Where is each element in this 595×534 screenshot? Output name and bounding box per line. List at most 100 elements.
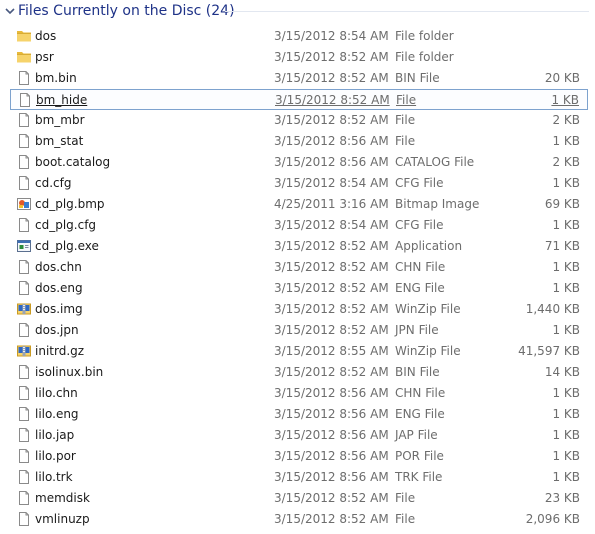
file-type: JAP File bbox=[395, 428, 438, 442]
file-type: TRK File bbox=[395, 470, 443, 484]
file-row[interactable]: cd_plg.cfg 3/15/2012 8:54 AM CFG File 1 KB bbox=[10, 215, 588, 236]
file-type: File bbox=[396, 93, 417, 107]
file-size: 23 KB bbox=[544, 491, 580, 505]
file-type: File folder bbox=[395, 29, 454, 43]
file-row[interactable]: cd_plg.bmp 4/25/2011 3:16 AM Bitmap Image 6… bbox=[10, 194, 588, 215]
file-type: File bbox=[395, 113, 416, 127]
file-date-modified: 3/15/2012 8:56 AM bbox=[274, 407, 389, 421]
file-row[interactable]: lilo.eng 3/15/2012 8:56 AM ENG File 1 KB bbox=[10, 404, 588, 425]
chevron-down-icon[interactable] bbox=[5, 6, 15, 16]
application-icon bbox=[16, 238, 32, 254]
document-icon bbox=[16, 112, 32, 128]
file-name: lilo.jap bbox=[35, 428, 75, 442]
file-row[interactable]: dos.chn 3/15/2012 8:52 AM CHN File 1 KB bbox=[10, 257, 588, 278]
document-icon bbox=[16, 427, 32, 443]
file-name: lilo.por bbox=[35, 449, 76, 463]
file-row[interactable]: dos.img 3/15/2012 8:52 AM WinZip File 1,440… bbox=[10, 299, 588, 320]
file-row[interactable]: bm_hide 3/15/2012 8:52 AM File 1 KB bbox=[10, 89, 588, 110]
folder-icon bbox=[16, 49, 32, 65]
document-icon bbox=[16, 511, 32, 527]
file-date-modified: 3/15/2012 8:56 AM bbox=[274, 470, 389, 484]
file-size: 1 KB bbox=[552, 449, 580, 463]
file-size: 1 KB bbox=[552, 323, 580, 337]
document-icon bbox=[16, 448, 32, 464]
document-icon bbox=[16, 406, 32, 422]
file-date-modified: 3/15/2012 8:56 AM bbox=[274, 386, 389, 400]
document-icon bbox=[16, 322, 32, 338]
file-type: CFG File bbox=[395, 176, 444, 190]
file-size: 1 KB bbox=[552, 260, 580, 274]
file-size: 2,096 KB bbox=[525, 512, 580, 526]
file-type: BIN File bbox=[395, 365, 440, 379]
file-name: dos.eng bbox=[35, 281, 83, 295]
file-row[interactable]: dos 3/15/2012 8:54 AM File folder bbox=[10, 26, 588, 47]
file-type: Bitmap Image bbox=[395, 197, 480, 211]
document-icon bbox=[16, 133, 32, 149]
file-size: 1 KB bbox=[552, 281, 580, 295]
file-row[interactable]: psr 3/15/2012 8:52 AM File folder bbox=[10, 47, 588, 68]
file-row[interactable]: bm_mbr 3/15/2012 8:52 AM File 2 KB bbox=[10, 110, 588, 131]
file-row[interactable]: lilo.trk 3/15/2012 8:56 AM TRK File 1 KB bbox=[10, 467, 588, 488]
file-size: 1 KB bbox=[552, 218, 580, 232]
file-name: bm.bin bbox=[35, 71, 77, 85]
file-type: File folder bbox=[395, 50, 454, 64]
file-name: psr bbox=[35, 50, 54, 64]
file-name: lilo.chn bbox=[35, 386, 78, 400]
file-type: File bbox=[395, 512, 416, 526]
file-row[interactable]: initrd.gz 3/15/2012 8:55 AM WinZip File 41,… bbox=[10, 341, 588, 362]
file-date-modified: 3/15/2012 8:52 AM bbox=[274, 512, 389, 526]
file-size: 20 KB bbox=[544, 71, 580, 85]
folder-icon bbox=[16, 28, 32, 44]
file-size: 1 KB bbox=[552, 428, 580, 442]
file-size: 1 KB bbox=[552, 470, 580, 484]
file-type: POR File bbox=[395, 449, 444, 463]
file-type: WinZip File bbox=[395, 302, 461, 316]
winzip-icon bbox=[16, 343, 32, 359]
document-icon bbox=[16, 469, 32, 485]
file-date-modified: 3/15/2012 8:55 AM bbox=[274, 344, 389, 358]
file-date-modified: 3/15/2012 8:56 AM bbox=[274, 428, 389, 442]
file-name: cd_plg.cfg bbox=[35, 218, 97, 232]
file-type: WinZip File bbox=[395, 344, 461, 358]
file-row[interactable]: isolinux.bin 3/15/2012 8:52 AM BIN File 14 … bbox=[10, 362, 588, 383]
file-date-modified: 3/15/2012 8:54 AM bbox=[274, 29, 389, 43]
file-size: 1 KB bbox=[552, 407, 580, 421]
file-name: lilo.eng bbox=[35, 407, 79, 421]
file-row[interactable]: boot.catalog 3/15/2012 8:56 AM CATALOG Fil… bbox=[10, 152, 588, 173]
file-row[interactable]: lilo.por 3/15/2012 8:56 AM POR File 1 KB bbox=[10, 446, 588, 467]
document-icon bbox=[17, 92, 33, 108]
file-name: dos.jpn bbox=[35, 323, 79, 337]
document-icon bbox=[16, 175, 32, 191]
file-row[interactable]: dos.eng 3/15/2012 8:52 AM ENG File 1 KB bbox=[10, 278, 588, 299]
group-header[interactable]: Files Currently on the Disc (24) bbox=[0, 0, 595, 24]
file-date-modified: 3/15/2012 8:56 AM bbox=[274, 155, 389, 169]
file-size: 1 KB bbox=[552, 134, 580, 148]
file-type: CHN File bbox=[395, 260, 446, 274]
file-name: bm_mbr bbox=[35, 113, 85, 127]
file-size: 1 KB bbox=[552, 176, 580, 190]
file-name: cd_plg.bmp bbox=[35, 197, 105, 211]
file-name: lilo.trk bbox=[35, 470, 73, 484]
file-type: Application bbox=[395, 239, 463, 253]
file-date-modified: 3/15/2012 8:52 AM bbox=[274, 491, 389, 505]
file-size: 14 KB bbox=[544, 365, 580, 379]
file-size: 1,440 KB bbox=[525, 302, 580, 316]
file-date-modified: 3/15/2012 8:52 AM bbox=[274, 365, 389, 379]
file-row[interactable]: bm_stat 3/15/2012 8:56 AM File 1 KB bbox=[10, 131, 588, 152]
file-row[interactable]: cd.cfg 3/15/2012 8:54 AM CFG File 1 KB bbox=[10, 173, 588, 194]
file-name: isolinux.bin bbox=[35, 365, 104, 379]
file-date-modified: 3/15/2012 8:52 AM bbox=[274, 302, 389, 316]
file-type: File bbox=[395, 491, 416, 505]
file-row[interactable]: cd_plg.exe 3/15/2012 8:52 AM Application 71… bbox=[10, 236, 588, 257]
file-row[interactable]: lilo.jap 3/15/2012 8:56 AM JAP File 1 KB bbox=[10, 425, 588, 446]
file-row[interactable]: vmlinuzp 3/15/2012 8:52 AM File 2,096 KB bbox=[10, 509, 588, 530]
file-date-modified: 3/15/2012 8:52 AM bbox=[274, 260, 389, 274]
file-row[interactable]: dos.jpn 3/15/2012 8:52 AM JPN File 1 KB bbox=[10, 320, 588, 341]
file-name: dos.img bbox=[35, 302, 83, 316]
file-row[interactable]: lilo.chn 3/15/2012 8:56 AM CHN File 1 KB bbox=[10, 383, 588, 404]
file-row[interactable]: memdisk 3/15/2012 8:52 AM File 23 KB bbox=[10, 488, 588, 509]
group-divider bbox=[225, 11, 589, 12]
file-date-modified: 3/15/2012 8:52 AM bbox=[274, 71, 389, 85]
file-row[interactable]: bm.bin 3/15/2012 8:52 AM BIN File 20 KB bbox=[10, 68, 588, 89]
document-icon bbox=[16, 385, 32, 401]
